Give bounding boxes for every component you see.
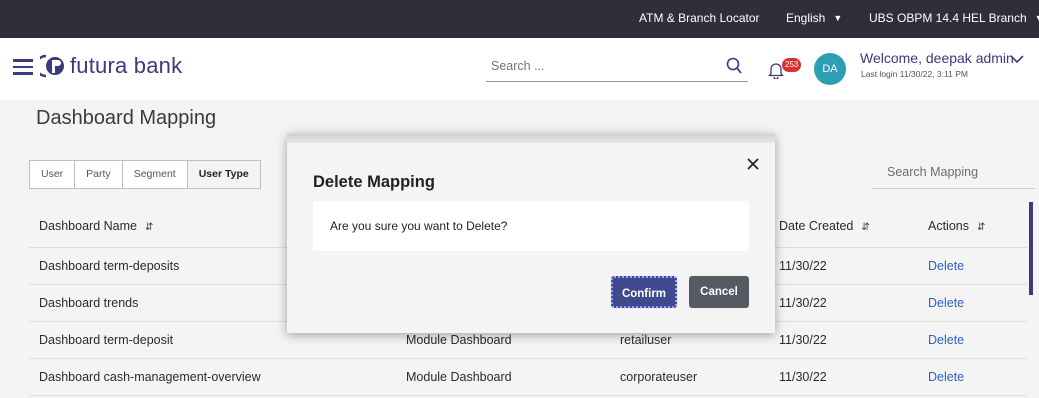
language-selector[interactable]: English ▼ bbox=[786, 11, 842, 25]
hamburger-icon[interactable] bbox=[13, 59, 33, 75]
top-utility-bar: ATM & Branch Locator English ▼ UBS OBPM 1… bbox=[0, 0, 1039, 38]
delete-link[interactable]: Delete bbox=[928, 322, 964, 358]
avatar[interactable]: DA bbox=[814, 53, 846, 85]
confirm-button[interactable]: Confirm bbox=[611, 276, 677, 308]
app-header: futura bank 253 DA Welcome, deepak admin… bbox=[0, 38, 1039, 100]
date-created-cell: 11/30/22 bbox=[779, 333, 827, 347]
dashboard-name-cell: Dashboard trends bbox=[39, 296, 139, 310]
table-scrollbar[interactable] bbox=[1029, 202, 1033, 295]
column-header-actions[interactable]: Actions ⇵ bbox=[928, 204, 985, 250]
dashboard-name-cell: Dashboard cash-management-overview bbox=[39, 370, 261, 384]
delete-mapping-dialog: Delete Mapping Are you sure you want to … bbox=[287, 134, 775, 333]
search-mapping-input[interactable]: Search Mapping bbox=[872, 157, 1035, 189]
delete-link[interactable]: Delete bbox=[928, 285, 964, 321]
brand-logo[interactable]: futura bank bbox=[40, 53, 182, 79]
branch-label: UBS OBPM 14.4 HEL Branch bbox=[869, 11, 1027, 25]
sort-icon[interactable]: ⇵ bbox=[861, 206, 869, 250]
welcome-text[interactable]: Welcome, deepak admin bbox=[860, 50, 1014, 66]
global-search bbox=[486, 52, 748, 82]
branch-selector[interactable]: UBS OBPM 14.4 HEL Branch ▼ bbox=[869, 11, 1039, 25]
date-created-cell: 11/30/22 bbox=[779, 296, 827, 310]
dialog-message: Are you sure you want to Delete? bbox=[313, 201, 749, 251]
column-header-dashboard-name[interactable]: Dashboard Name ⇵ bbox=[39, 204, 153, 250]
sort-icon[interactable]: ⇵ bbox=[145, 206, 153, 250]
search-input[interactable] bbox=[486, 52, 706, 80]
close-icon[interactable] bbox=[745, 156, 761, 172]
table-row[interactable]: Dashboard cash-management-overview Modul… bbox=[29, 359, 1027, 396]
date-created-cell: 11/30/22 bbox=[779, 370, 827, 384]
cancel-button[interactable]: Cancel bbox=[689, 276, 749, 308]
delete-link[interactable]: Delete bbox=[928, 359, 964, 395]
dashboard-name-cell: Dashboard term-deposits bbox=[39, 259, 180, 273]
last-login-text: Last login 11/30/22, 3:11 PM bbox=[861, 69, 968, 79]
caret-down-icon: ▼ bbox=[833, 13, 843, 23]
column-header-label: Actions bbox=[928, 219, 969, 233]
column-header-date-created[interactable]: Date Created ⇵ bbox=[779, 204, 870, 250]
dialog-title: Delete Mapping bbox=[313, 173, 435, 191]
logo-icon bbox=[40, 54, 64, 78]
column-header-label: Dashboard Name bbox=[39, 219, 137, 233]
dialog-top-strip bbox=[287, 134, 775, 143]
tab-user-type[interactable]: User Type bbox=[187, 161, 260, 188]
brand-name: futura bank bbox=[70, 53, 183, 78]
notifications[interactable]: 253 bbox=[768, 58, 802, 80]
mapping-type-tabs: User Party Segment User Type bbox=[29, 160, 261, 189]
dashboard-name-cell: Dashboard term-deposit bbox=[39, 333, 174, 347]
column-header-label: Date Created bbox=[779, 219, 854, 233]
date-created-cell: 11/30/22 bbox=[779, 259, 827, 273]
user-type-cell: corporateuser bbox=[620, 370, 698, 384]
search-icon[interactable] bbox=[726, 57, 742, 75]
notification-count-badge: 253 bbox=[782, 58, 802, 72]
delete-link[interactable]: Delete bbox=[928, 248, 964, 284]
tab-party[interactable]: Party bbox=[75, 161, 123, 188]
chevron-down-icon[interactable] bbox=[1010, 52, 1024, 66]
dashboard-type-cell: Module Dashboard bbox=[406, 370, 512, 384]
caret-down-icon: ▼ bbox=[1035, 13, 1039, 23]
tab-segment[interactable]: Segment bbox=[123, 161, 188, 188]
tab-user[interactable]: User bbox=[30, 161, 76, 188]
page-title: Dashboard Mapping bbox=[36, 107, 217, 129]
sort-icon[interactable]: ⇵ bbox=[977, 206, 985, 250]
language-label: English bbox=[786, 11, 826, 25]
atm-branch-locator-link[interactable]: ATM & Branch Locator bbox=[639, 11, 760, 25]
